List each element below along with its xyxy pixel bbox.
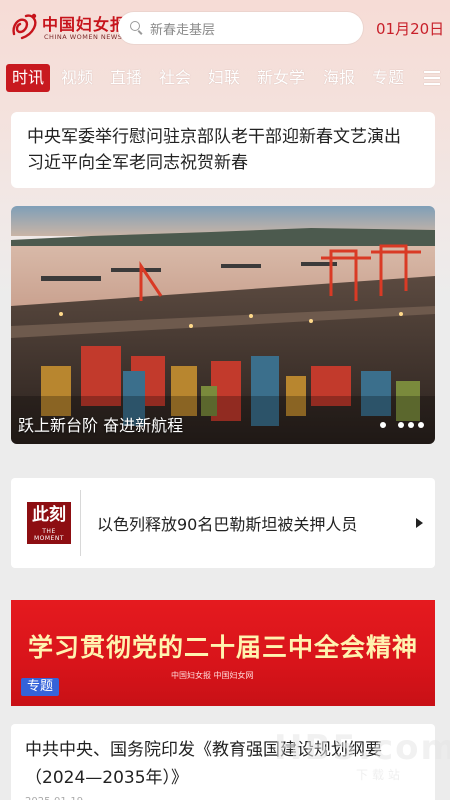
tab-zhibo[interactable]: 直播 (110, 64, 142, 92)
search-bar[interactable]: 新春走基层 (118, 12, 363, 44)
logo-subtitle: CHINA WOMEN NEWS (44, 33, 123, 41)
divider (80, 490, 81, 556)
topic-badge: 专题 (21, 678, 60, 696)
news-card[interactable]: 中央军委举行慰问驻京部队老干部迎新春文艺演出 习近平向全军老同志祝贺新春 (11, 112, 435, 188)
search-placeholder: 新春走基层 (150, 22, 216, 38)
tab-shehui[interactable]: 社会 (159, 64, 191, 92)
logo[interactable]: 中国妇女报 CHINA WOMEN NEWS (8, 8, 126, 46)
carousel-dots[interactable] (378, 420, 428, 430)
moment-logo-subtitle: THE MOMENT (33, 528, 65, 542)
carousel-dot[interactable] (380, 422, 386, 428)
watermark: HB5.com 下载站 (270, 728, 450, 788)
tab-shixun[interactable]: 时讯 (6, 64, 51, 92)
hamburger-menu-icon[interactable] (424, 70, 442, 86)
tab-haibao[interactable]: 海报 (323, 64, 355, 92)
channel-nav: 时讯 视频 直播 社会 妇联 新女学 海报 专题 (0, 60, 450, 96)
tab-fulian[interactable]: 妇联 (208, 64, 240, 92)
tab-zhuanti[interactable]: 专题 (372, 64, 404, 92)
tab-xinnvxue[interactable]: 新女学 (257, 64, 305, 92)
logo-text: 中国妇女报 (42, 15, 128, 34)
watermark-text: HB5.com (274, 728, 450, 768)
moment-logo-text: 此刻 (32, 505, 66, 525)
port-photo (11, 206, 435, 444)
carousel-dot[interactable] (398, 422, 404, 428)
banner-title: 学习贯彻党的二十届三中全会精神 (27, 633, 418, 662)
hero-carousel[interactable] (11, 206, 435, 444)
date-label: 01月20日 (376, 20, 445, 38)
search-icon (130, 21, 144, 35)
logo-mark-icon (12, 13, 37, 40)
carousel-dot[interactable] (408, 422, 414, 428)
carousel-dot[interactable] (418, 422, 424, 428)
watermark-subtitle: 下载站 (356, 768, 405, 782)
banner-source: 中国妇女报 中国妇女网 (171, 671, 254, 680)
hero-caption: 跃上新台阶 奋进新航程 (18, 416, 184, 435)
news-title: 中央军委举行慰问驻京部队老干部迎新春文艺演出 习近平向全军老同志祝贺新春 (27, 127, 401, 173)
moment-card[interactable]: 此刻 THE MOMENT 以色列释放90名巴勒斯坦被关押人员 (11, 478, 435, 568)
tab-shipin[interactable]: 视频 (61, 64, 93, 92)
app-header: 中国妇女报 CHINA WOMEN NEWS 新春走基层 01月20日 (0, 0, 450, 56)
moment-logo: 此刻 THE MOMENT (27, 502, 71, 544)
news-date: 2025-01-19 (25, 796, 421, 800)
moment-headline: 以色列释放90名巴勒斯坦被关押人员 (97, 515, 358, 534)
topic-banner[interactable]: 学习贯彻党的二十届三中全会精神 中国妇女报 中国妇女网 专题 (11, 600, 435, 706)
play-arrow-icon[interactable] (416, 518, 423, 528)
